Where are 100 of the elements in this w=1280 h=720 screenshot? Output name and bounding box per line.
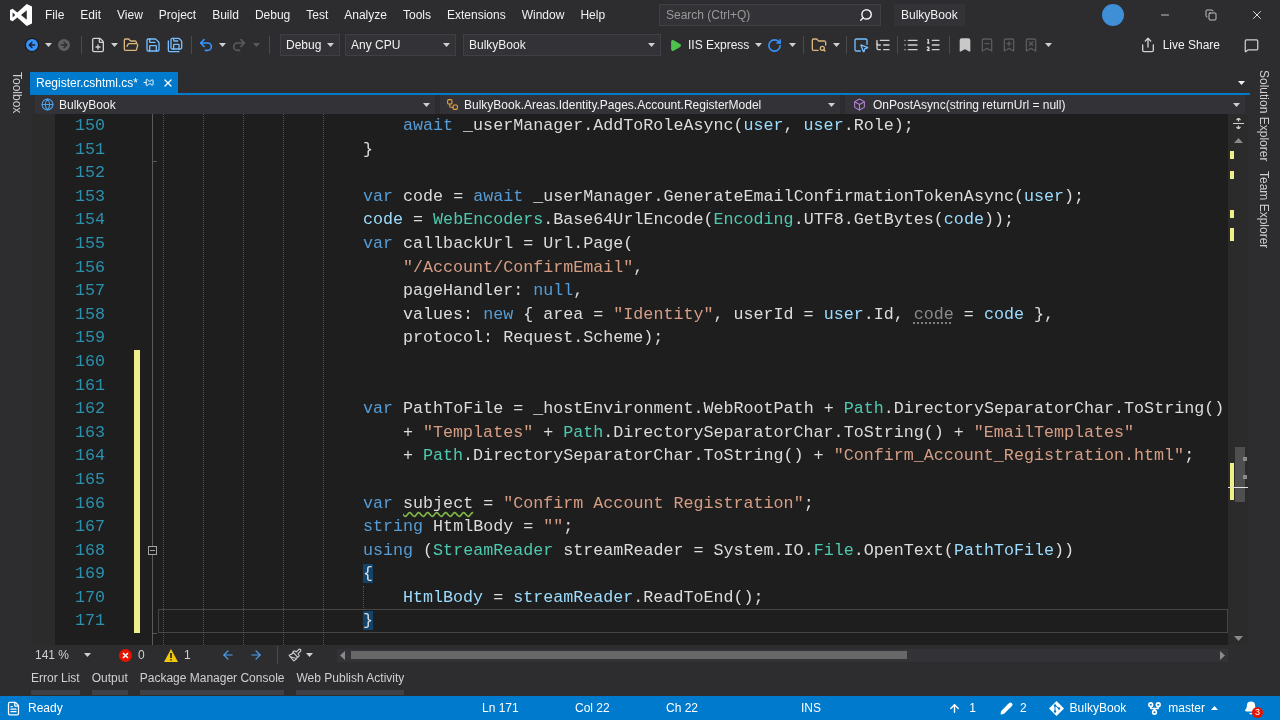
menu-item[interactable]: File <box>37 0 73 30</box>
menu-item[interactable]: Tools <box>394 0 439 30</box>
configuration-dropdown[interactable]: Debug <box>280 34 340 56</box>
line-number: 162 <box>74 398 105 421</box>
project-dropdown[interactable]: BulkyBook <box>35 95 435 114</box>
scroll-right-icon[interactable] <box>1220 650 1225 660</box>
code-line: pageHandler: null, <box>403 280 584 303</box>
menu-item[interactable]: Test <box>298 0 337 30</box>
menu-item[interactable]: Debug <box>246 0 299 30</box>
side-tab[interactable]: Team Explorer <box>1255 171 1273 249</box>
menu-item[interactable]: View <box>109 0 151 30</box>
avatar-icon[interactable] <box>1102 4 1124 26</box>
scroll-up-icon[interactable] <box>1234 138 1243 143</box>
change-marker <box>1230 171 1234 179</box>
search-field[interactable]: Search (Ctrl+Q) <box>659 4 881 26</box>
pin-icon[interactable] <box>143 77 154 88</box>
undo-icon[interactable] <box>198 37 214 53</box>
menu-item[interactable]: Help <box>572 0 614 30</box>
line-number: 161 <box>74 374 105 397</box>
line-number: 155 <box>74 232 105 255</box>
caret-icon[interactable] <box>306 653 313 657</box>
save-icon[interactable] <box>145 37 161 53</box>
cursor-character: Ch 22 <box>666 701 699 715</box>
caret-icon[interactable] <box>218 43 226 47</box>
code-line: protocol: Request.Scheme); <box>403 327 664 350</box>
tab-list-caret-icon[interactable] <box>1237 80 1245 85</box>
restore-icon[interactable] <box>1205 9 1217 21</box>
caret-icon[interactable] <box>1044 43 1052 47</box>
line-number: 168 <box>74 539 105 562</box>
platform-dropdown[interactable]: Any CPU <box>345 34 456 56</box>
warning-count: 1 <box>184 647 191 664</box>
horizontal-scrollbar[interactable] <box>337 648 1228 662</box>
document-icon[interactable] <box>6 700 21 716</box>
brush-icon[interactable] <box>288 648 302 662</box>
refresh-icon[interactable] <box>766 37 782 53</box>
code-line: + Path.DirectorySeparatorChar.ToString() + "Confirm_Account_Registration.html"; <box>403 445 1195 468</box>
save-all-icon[interactable] <box>167 37 183 53</box>
caret-icon[interactable] <box>443 43 450 47</box>
error-icon[interactable] <box>119 648 132 662</box>
collapse-icon[interactable] <box>147 546 157 555</box>
scrollbar-thumb[interactable] <box>1235 447 1245 502</box>
menu-item[interactable]: Extensions <box>439 0 514 30</box>
caret-icon[interactable] <box>788 43 796 47</box>
member-dropdown[interactable]: OnPostAsync(string returnUrl = null) <box>845 95 1245 114</box>
cursor-line: Ln 171 <box>482 701 519 715</box>
side-tab[interactable]: Toolbox <box>8 72 26 114</box>
app-logo-icon <box>10 4 32 26</box>
list-tree-icon[interactable] <box>875 37 892 53</box>
caret-icon[interactable] <box>327 43 334 47</box>
caret-icon[interactable] <box>648 43 655 47</box>
caret-icon[interactable] <box>755 43 763 47</box>
speech-bubble-icon[interactable] <box>1243 37 1259 53</box>
numbered-list-icon[interactable] <box>925 37 942 53</box>
scroll-down-icon[interactable] <box>1234 636 1243 641</box>
new-file-icon[interactable] <box>90 37 106 53</box>
document-tab[interactable]: Register.cshtml.cs* <box>30 72 178 93</box>
branch-button[interactable]: master <box>1147 699 1218 717</box>
side-tab[interactable]: Solution Explorer <box>1255 70 1273 162</box>
code-line: "/Account/ConfirmEmail", <box>403 256 644 279</box>
code-line: var code = await _userManager.GenerateEmailConfirmationTokenAsync(user); <box>363 185 1085 208</box>
line-number: 167 <box>74 516 105 539</box>
caret-icon[interactable] <box>1233 102 1240 107</box>
menu-item[interactable]: Window <box>513 0 573 30</box>
pointer-box-icon[interactable] <box>853 37 870 53</box>
error-count: 0 <box>138 647 145 664</box>
caret-icon[interactable] <box>423 102 430 107</box>
scrollbar-thumb[interactable] <box>351 651 907 659</box>
scroll-left-icon[interactable] <box>340 650 345 660</box>
run-button[interactable]: IIS Express <box>669 34 763 56</box>
open-folder-icon[interactable] <box>123 37 139 53</box>
caret-icon[interactable] <box>44 43 52 47</box>
split-handle-icon[interactable] <box>1233 118 1244 129</box>
unpushed-commits-button[interactable]: 1 <box>948 699 976 717</box>
back-icon[interactable] <box>24 37 40 53</box>
zoom-dropdown[interactable]: 141 % <box>33 646 93 664</box>
live-share-button[interactable]: Live Share <box>1139 34 1220 56</box>
line-number: 153 <box>74 185 105 208</box>
menu-item[interactable]: Project <box>150 0 205 30</box>
menu-item[interactable]: Analyze <box>336 0 395 30</box>
pending-changes-button[interactable]: 2 <box>999 699 1027 717</box>
close-icon[interactable] <box>1250 8 1264 22</box>
startup-project-dropdown[interactable]: BulkyBook <box>463 34 661 56</box>
list-icon[interactable] <box>903 37 920 53</box>
line-number: 169 <box>74 563 105 586</box>
menu-item[interactable]: Edit <box>72 0 110 30</box>
folder-search-icon[interactable] <box>811 37 828 53</box>
code-line: } <box>363 138 373 161</box>
warning-icon[interactable] <box>164 648 178 662</box>
menu-item[interactable]: Build <box>204 0 247 30</box>
caret-icon[interactable] <box>84 653 91 657</box>
repository-button[interactable]: BulkyBook <box>1048 699 1127 717</box>
vertical-scrollbar[interactable] <box>1228 114 1248 645</box>
caret-icon[interactable] <box>110 43 118 47</box>
caret-icon[interactable] <box>828 102 835 107</box>
caret-up-icon[interactable] <box>1211 706 1218 710</box>
code-line: + "Templates" + Path.DirectorySeparatorChar.ToString() + "EmailTemplates" <box>403 421 1135 444</box>
type-dropdown[interactable]: BulkyBook.Areas.Identity.Pages.Account.RegisterModel <box>440 95 840 114</box>
caret-icon[interactable] <box>832 43 840 47</box>
search-icon[interactable] <box>859 8 873 22</box>
code-line: var PathToFile = _hostEnvironment.WebRootPath + Path.DirectorySeparatorChar.ToString() <box>363 398 1225 421</box>
